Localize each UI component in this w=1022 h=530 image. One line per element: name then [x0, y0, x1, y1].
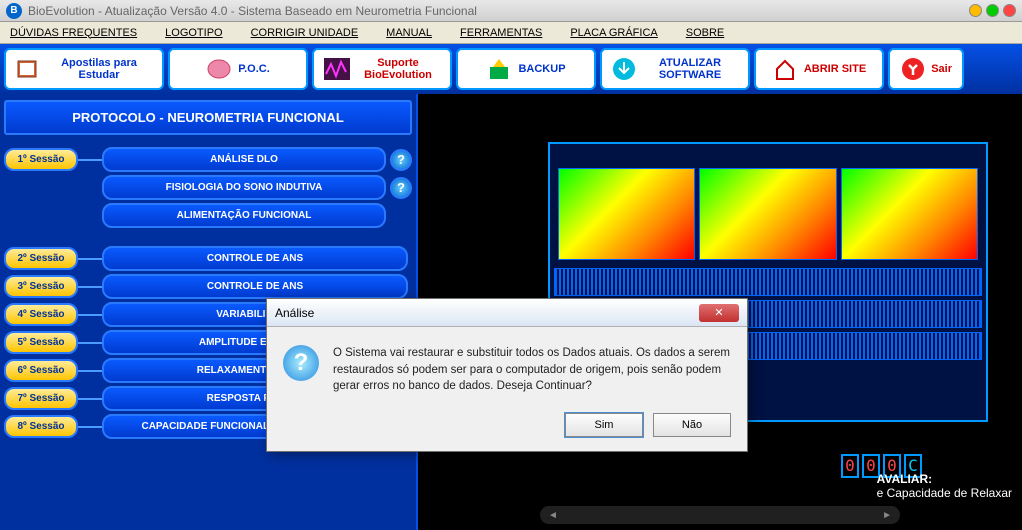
menu-placa[interactable]: PLACA GRÁFICA — [570, 27, 657, 39]
connector — [78, 342, 102, 344]
session-1-button[interactable]: 1º Sessão — [4, 148, 78, 171]
dialog-titlebar: Análise ✕ — [267, 299, 747, 327]
analise-dialog: Análise ✕ ? O Sistema vai restaurar e su… — [266, 298, 748, 452]
connector — [78, 159, 102, 161]
help-button[interactable]: ? — [390, 177, 412, 199]
waveform-chart — [554, 268, 982, 296]
chevron-left-icon[interactable]: ◄ — [548, 510, 558, 521]
abrir-site-label: ABRIR SITE — [804, 63, 866, 75]
avaliar-overlay: AVALIAR: e Capacidade de Relaxar — [877, 472, 1012, 500]
item-fisiologia-sono[interactable]: FISIOLOGIA DO SONO INDUTIVA — [102, 175, 386, 200]
digit: 0 — [841, 454, 859, 478]
dialog-yes-button[interactable]: Sim — [565, 413, 643, 437]
suporte-button[interactable]: Suporte BioEvolution — [312, 48, 452, 90]
brain-icon — [206, 56, 232, 82]
minimize-button[interactable] — [969, 4, 982, 17]
backup-label: BACKUP — [518, 63, 565, 75]
connector — [78, 370, 102, 372]
connector — [78, 258, 102, 260]
dialog-title: Análise — [275, 306, 314, 320]
sair-button[interactable]: Sair — [888, 48, 964, 90]
menubar: DÚVIDAS FREQUENTES LOGOTIPO CORRIGIR UNI… — [0, 22, 1022, 44]
menu-duvidas[interactable]: DÚVIDAS FREQUENTES — [10, 27, 137, 39]
atualizar-button[interactable]: ATUALIZAR SOFTWARE — [600, 48, 750, 90]
connector — [78, 398, 102, 400]
sair-label: Sair — [931, 63, 952, 75]
chevron-right-icon[interactable]: ► — [882, 510, 892, 521]
close-button[interactable] — [1003, 4, 1016, 17]
session-4-button[interactable]: 4º Sessão — [4, 303, 78, 326]
menu-corrigir[interactable]: CORRIGIR UNIDADE — [251, 27, 359, 39]
item-controle-ans-3[interactable]: CONTROLE DE ANS — [102, 274, 408, 299]
avaliar-sub: e Capacidade de Relaxar — [877, 486, 1012, 500]
dialog-close-button[interactable]: ✕ — [699, 304, 739, 322]
item-analise-dlo[interactable]: ANÁLISE DLO — [102, 147, 386, 172]
suporte-label: Suporte BioEvolution — [356, 57, 440, 81]
menu-logotipo[interactable]: LOGOTIPO — [165, 27, 222, 39]
session-8-button[interactable]: 8º Sessão — [4, 415, 78, 438]
spectrum-chart — [558, 168, 695, 260]
apostilas-button[interactable]: Apostilas para Estudar — [4, 48, 164, 90]
question-icon: ? — [283, 345, 319, 381]
help-button[interactable]: ? — [390, 149, 412, 171]
item-controle-ans-2[interactable]: CONTROLE DE ANS — [102, 246, 408, 271]
backup-icon — [486, 56, 512, 82]
atualizar-label: ATUALIZAR SOFTWARE — [642, 57, 738, 81]
wave-icon — [324, 56, 350, 82]
dialog-no-button[interactable]: Não — [653, 413, 731, 437]
spectrum-chart — [841, 168, 978, 260]
toolbar: Apostilas para Estudar P.O.C. Suporte Bi… — [0, 44, 1022, 94]
app-icon: B — [6, 3, 22, 19]
menu-sobre[interactable]: SOBRE — [686, 27, 725, 39]
book-icon — [16, 56, 40, 82]
session-6-button[interactable]: 6º Sessão — [4, 359, 78, 382]
abrir-site-button[interactable]: ABRIR SITE — [754, 48, 884, 90]
dialog-message: O Sistema vai restaurar e substituir tod… — [333, 345, 731, 395]
poc-label: P.O.C. — [238, 63, 270, 75]
session-2-button[interactable]: 2º Sessão — [4, 247, 78, 270]
poc-button[interactable]: P.O.C. — [168, 48, 308, 90]
exit-icon — [900, 56, 925, 82]
connector — [78, 314, 102, 316]
menu-manual[interactable]: MANUAL — [386, 27, 432, 39]
window-controls — [969, 4, 1016, 17]
window-title: BioEvolution - Atualização Versão 4.0 - … — [28, 4, 969, 18]
connector — [78, 426, 102, 428]
item-alimentacao[interactable]: ALIMENTAÇÃO FUNCIONAL — [102, 203, 386, 228]
home-icon — [772, 56, 798, 82]
maximize-button[interactable] — [986, 4, 999, 17]
window-titlebar: B BioEvolution - Atualização Versão 4.0 … — [0, 0, 1022, 22]
session-3-button[interactable]: 3º Sessão — [4, 275, 78, 298]
spectrum-chart — [699, 168, 836, 260]
download-icon — [612, 56, 636, 82]
apostilas-label: Apostilas para Estudar — [46, 57, 152, 81]
menu-ferramentas[interactable]: FERRAMENTAS — [460, 27, 542, 39]
panel-title: PROTOCOLO - NEUROMETRIA FUNCIONAL — [4, 100, 412, 135]
avaliar-title: AVALIAR: — [877, 472, 1012, 486]
connector — [78, 286, 102, 288]
carousel-scroll[interactable]: ◄ ► — [540, 506, 900, 524]
session-5-button[interactable]: 5º Sessão — [4, 331, 78, 354]
session-7-button[interactable]: 7º Sessão — [4, 387, 78, 410]
backup-button[interactable]: BACKUP — [456, 48, 596, 90]
